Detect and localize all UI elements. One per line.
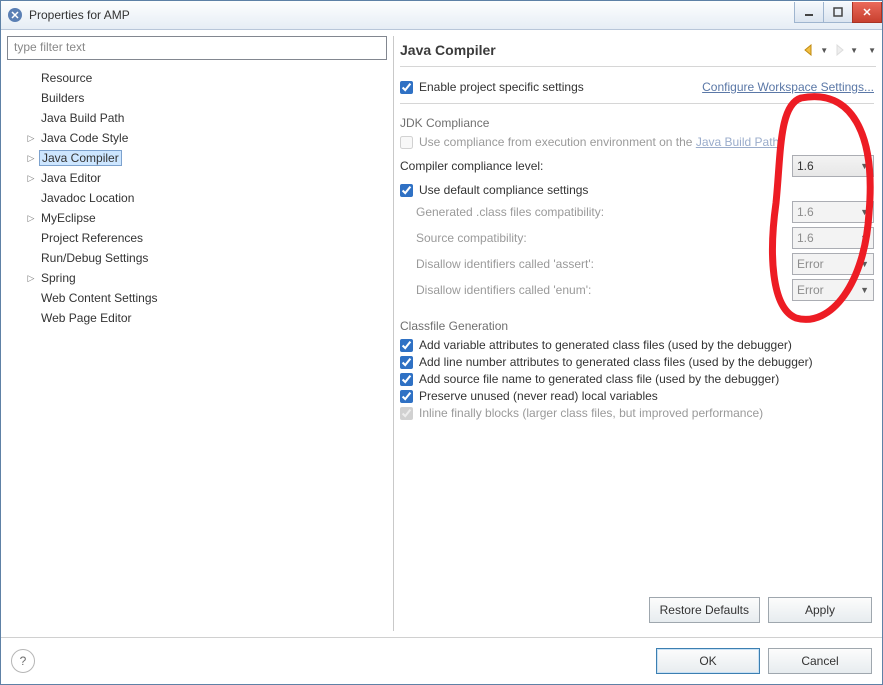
disallow-enum-label: Disallow identifiers called 'enum': (416, 283, 792, 297)
enable-project-specific-label: Enable project specific settings (419, 80, 584, 94)
expand-icon[interactable]: ▷ (25, 172, 37, 184)
tree-item-label: Builders (39, 91, 86, 105)
expand-icon[interactable]: ▷ (25, 132, 37, 144)
forward-menu-caret[interactable]: ▼ (850, 46, 858, 55)
right-pane: Java Compiler ▼ ▼ ▼ Enable project (393, 36, 876, 631)
twisty-placeholder (25, 312, 37, 324)
disallow-assert-combo: Error▼ (792, 253, 874, 275)
chevron-down-icon: ▼ (860, 207, 869, 217)
enable-project-specific-checkbox[interactable]: Enable project specific settings (400, 80, 584, 94)
java-build-path-link[interactable]: Java Build Path (696, 135, 779, 149)
tree-item[interactable]: ▷MyEclipse (9, 208, 385, 228)
tree-item-label: Java Editor (39, 171, 103, 185)
twisty-placeholder (25, 72, 37, 84)
add-source-checkbox[interactable]: Add source file name to generated class … (400, 372, 874, 386)
tree-item-label: Web Page Editor (39, 311, 134, 325)
tree-item-label: Spring (39, 271, 78, 285)
preserve-unused-checkbox[interactable]: Preserve unused (never read) local varia… (400, 389, 874, 403)
tree-item[interactable]: Project References (9, 228, 385, 248)
tree-item[interactable]: Builders (9, 88, 385, 108)
compliance-level-label: Compiler compliance level: (400, 159, 543, 173)
twisty-placeholder (25, 252, 37, 264)
cancel-button[interactable]: Cancel (768, 648, 872, 674)
ok-button[interactable]: OK (656, 648, 760, 674)
jdk-compliance-group-title: JDK Compliance (400, 116, 489, 130)
inline-finally-checkbox[interactable]: Inline finally blocks (larger class file… (400, 406, 874, 420)
tree-item-label: Web Content Settings (39, 291, 160, 305)
inline-finally-label: Inline finally blocks (larger class file… (419, 406, 763, 420)
apply-button[interactable]: Apply (768, 597, 872, 623)
use-exec-env-checkbox[interactable]: Use compliance from execution environmen… (400, 135, 874, 149)
tree-item[interactable]: Resource (9, 68, 385, 88)
tree-item[interactable]: Java Build Path (9, 108, 385, 128)
maximize-button[interactable] (823, 2, 853, 23)
twisty-placeholder (25, 232, 37, 244)
use-default-compliance-checkbox[interactable]: Use default compliance settings (400, 183, 874, 197)
left-pane: ResourceBuildersJava Build Path▷Java Cod… (7, 36, 387, 631)
twisty-placeholder (25, 292, 37, 304)
use-default-compliance-label: Use default compliance settings (419, 183, 588, 197)
classfile-group-title: Classfile Generation (400, 319, 508, 333)
chevron-down-icon: ▼ (860, 161, 869, 171)
help-icon[interactable]: ? (11, 649, 35, 673)
use-exec-env-label: Use compliance from execution environmen… (419, 135, 696, 149)
expand-icon[interactable]: ▷ (25, 212, 37, 224)
app-icon (7, 7, 23, 23)
view-menu-caret[interactable]: ▼ (868, 46, 876, 55)
dialog-footer: ? OK Cancel (1, 637, 882, 684)
tree-item-label: Java Compiler (39, 150, 122, 166)
tree-item[interactable]: ▷Java Compiler (9, 148, 385, 168)
filter-box[interactable] (7, 36, 387, 60)
tree-item-label: Java Build Path (39, 111, 126, 125)
expand-icon[interactable]: ▷ (25, 152, 37, 164)
tree-item-label: Project References (39, 231, 145, 245)
restore-defaults-button[interactable]: Restore Defaults (649, 597, 760, 623)
generated-class-combo: 1.6▼ (792, 201, 874, 223)
twisty-placeholder (25, 92, 37, 104)
window-controls (795, 2, 882, 22)
source-compat-label: Source compatibility: (416, 231, 792, 245)
tree-item-label: MyEclipse (39, 211, 98, 225)
tree-item[interactable]: Web Page Editor (9, 308, 385, 328)
forward-icon (832, 44, 846, 56)
chevron-down-icon: ▼ (860, 233, 869, 243)
close-button[interactable] (852, 2, 882, 23)
preserve-unused-label: Preserve unused (never read) local varia… (419, 389, 658, 403)
tree-item[interactable]: Web Content Settings (9, 288, 385, 308)
chevron-down-icon: ▼ (860, 285, 869, 295)
back-icon[interactable] (802, 44, 816, 56)
add-line-checkbox[interactable]: Add line number attributes to generated … (400, 355, 874, 369)
disallow-enum-combo: Error▼ (792, 279, 874, 301)
tree-item[interactable]: Run/Debug Settings (9, 248, 385, 268)
tree-item[interactable]: Javadoc Location (9, 188, 385, 208)
add-line-label: Add line number attributes to generated … (419, 355, 813, 369)
window-title: Properties for AMP (29, 8, 795, 22)
generated-class-label: Generated .class files compatibility: (416, 205, 792, 219)
source-compat-combo: 1.6▼ (792, 227, 874, 249)
back-menu-caret[interactable]: ▼ (820, 46, 828, 55)
tree-item-label: Resource (39, 71, 94, 85)
tree-item-label: Javadoc Location (39, 191, 136, 205)
twisty-placeholder (25, 112, 37, 124)
properties-dialog: Properties for AMP Resource Builders Java … (0, 0, 883, 685)
configure-workspace-settings-link[interactable]: Configure Workspace Settings... (702, 80, 874, 94)
filter-input[interactable] (12, 39, 386, 55)
chevron-down-icon: ▼ (860, 259, 869, 269)
add-variable-checkbox[interactable]: Add variable attributes to generated cla… (400, 338, 874, 352)
disallow-assert-label: Disallow identifiers called 'assert': (416, 257, 792, 271)
tree-item[interactable]: ▷Spring (9, 268, 385, 288)
tree-item-label: Java Code Style (39, 131, 130, 145)
tree-item-label: Run/Debug Settings (39, 251, 150, 265)
tree-item[interactable]: ▷Java Code Style (9, 128, 385, 148)
expand-icon[interactable]: ▷ (25, 272, 37, 284)
page-title: Java Compiler (400, 42, 802, 58)
compliance-level-combo[interactable]: 1.6▼ (792, 155, 874, 177)
category-tree[interactable]: ResourceBuildersJava Build Path▷Java Cod… (7, 64, 387, 631)
titlebar: Properties for AMP (1, 1, 882, 30)
add-variable-label: Add variable attributes to generated cla… (419, 338, 792, 352)
add-source-label: Add source file name to generated class … (419, 372, 779, 386)
tree-item[interactable]: ▷Java Editor (9, 168, 385, 188)
twisty-placeholder (25, 192, 37, 204)
minimize-button[interactable] (794, 2, 824, 23)
